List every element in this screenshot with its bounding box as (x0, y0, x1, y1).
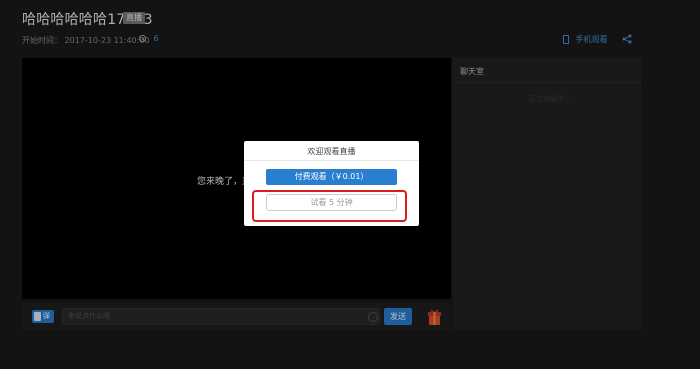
trial-watch-button[interactable]: 试看 5 分钟 (266, 194, 397, 211)
paid-watch-button[interactable]: 付费观看（￥0.01） (266, 169, 397, 185)
modal-title: 欢迎观看直播 (307, 147, 356, 156)
payment-modal: 欢迎观看直播 付费观看（￥0.01） 试看 5 分钟 (244, 141, 419, 226)
modal-divider (244, 160, 419, 161)
